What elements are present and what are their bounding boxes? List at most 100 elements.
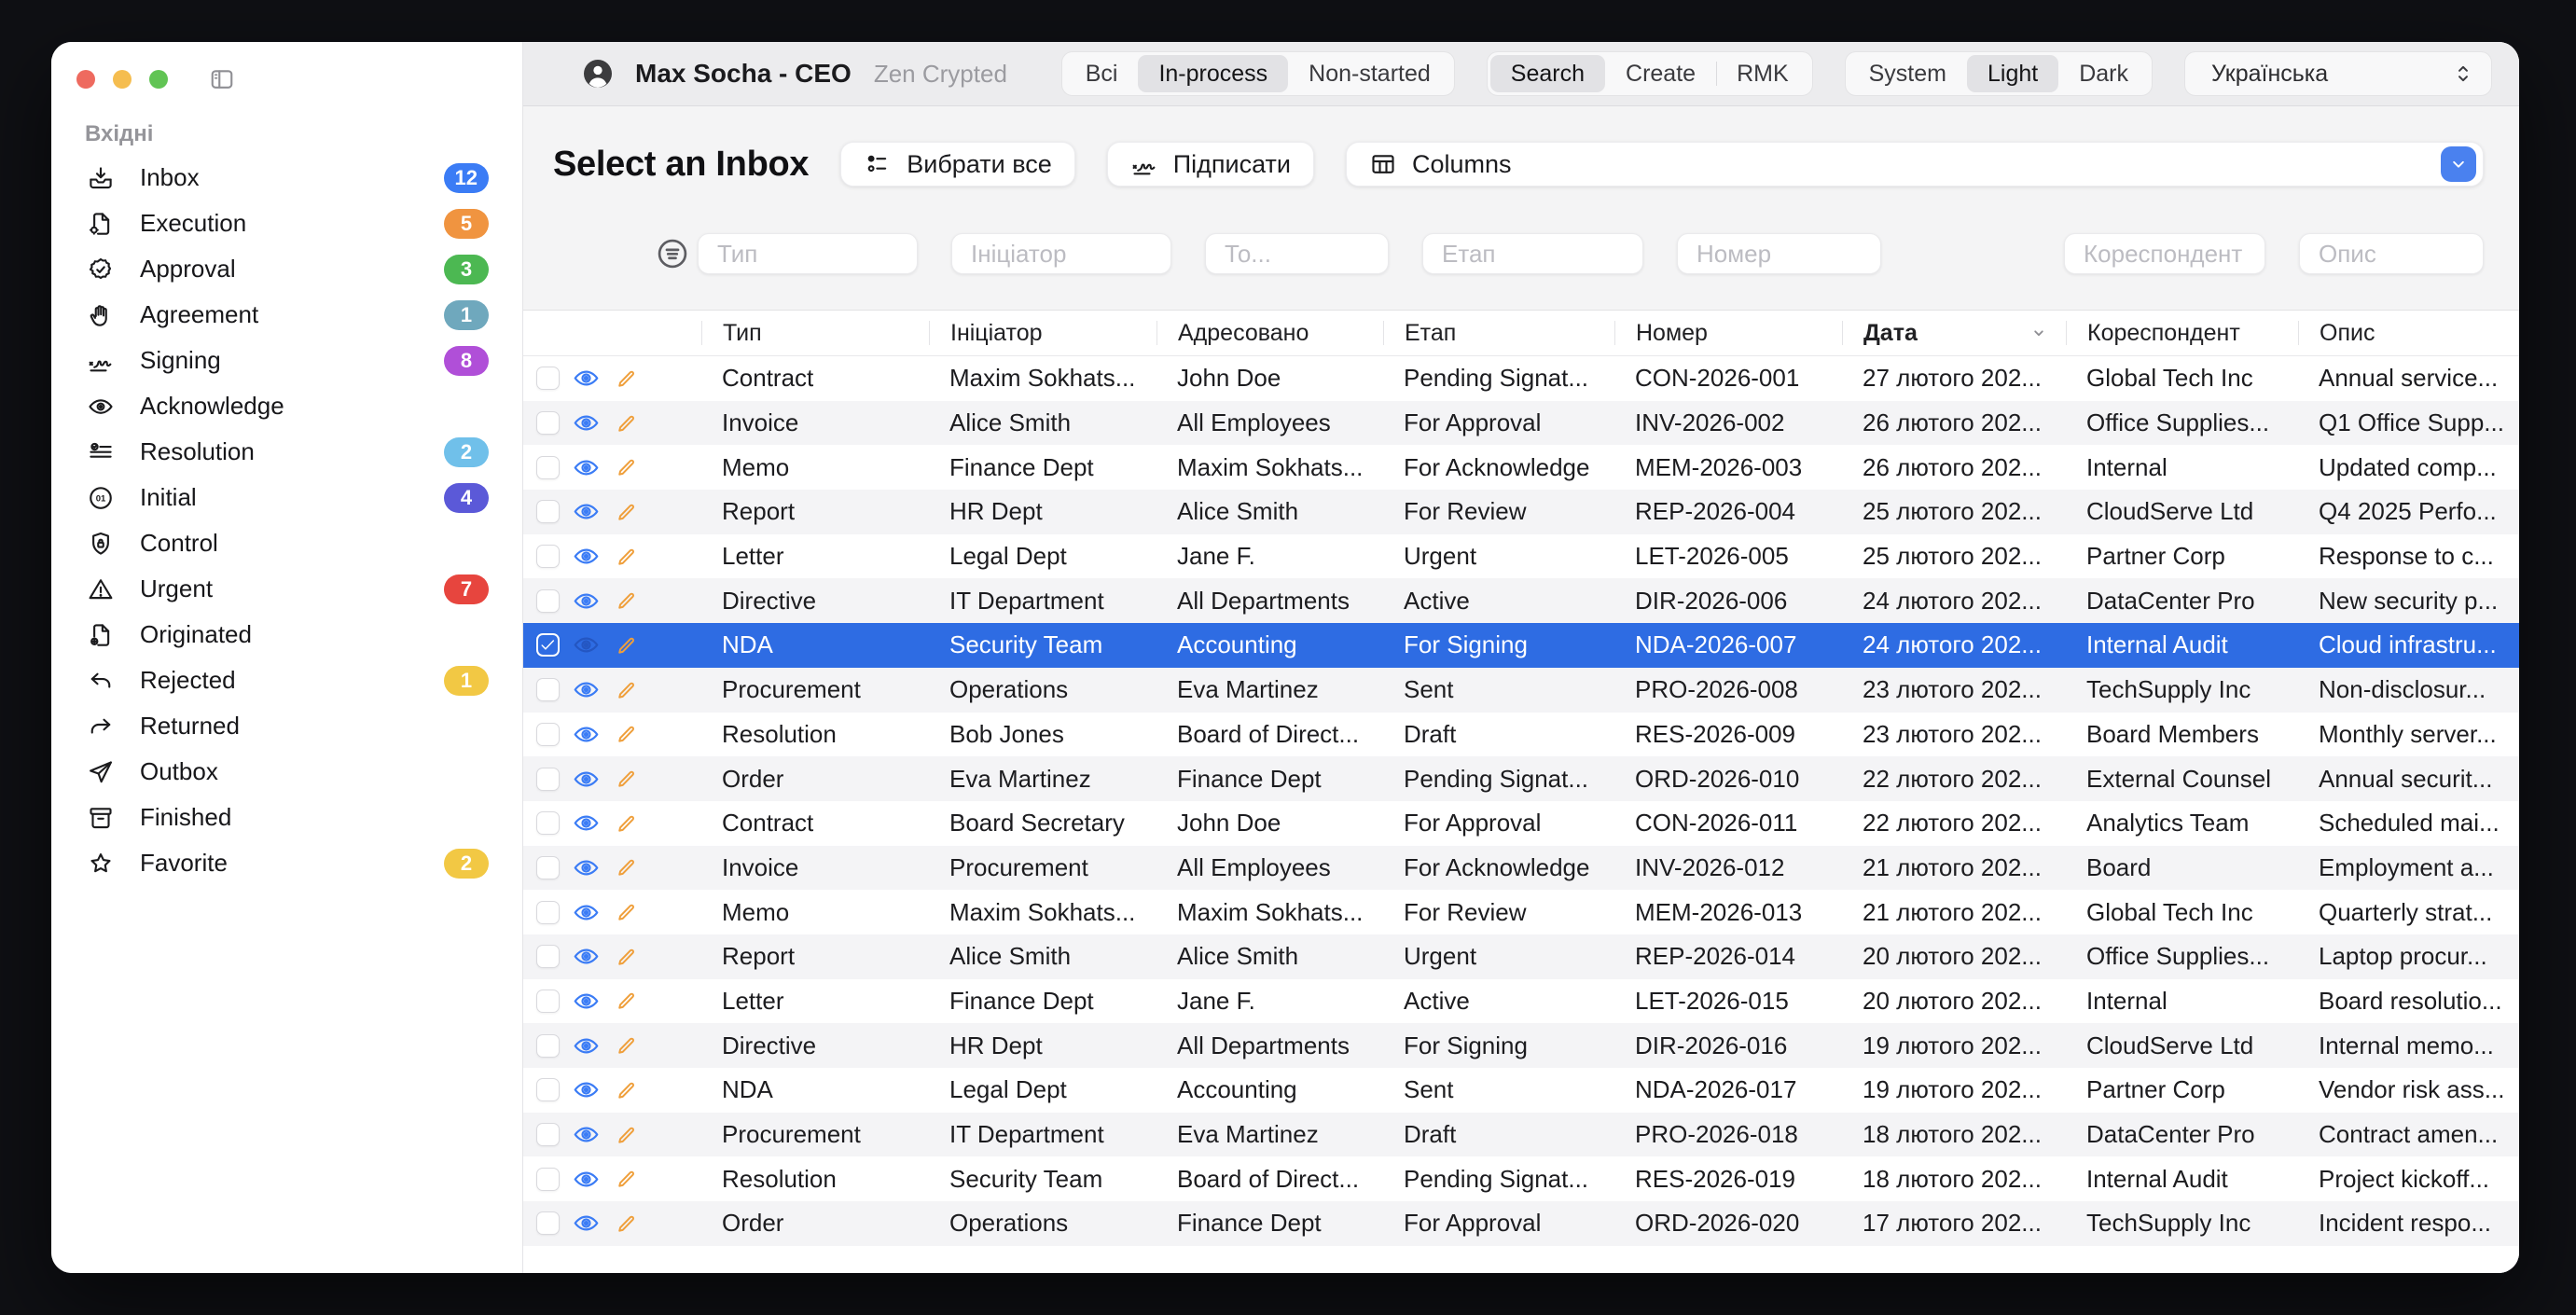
edit-pencil-icon[interactable]: [613, 1122, 639, 1148]
table-row-rep-2026-014[interactable]: Report Alice Smith Alice Smith Urgent RE…: [523, 934, 2519, 979]
row-checkbox[interactable]: [536, 456, 560, 479]
filter-input-кореспондент[interactable]: [2064, 233, 2265, 274]
table-row-pro-2026-018[interactable]: Procurement IT Department Eva Martinez D…: [523, 1113, 2519, 1157]
sidebar-item-rejected[interactable]: Rejected 1: [87, 658, 489, 703]
edit-pencil-icon[interactable]: [613, 944, 639, 970]
edit-pencil-icon[interactable]: [613, 988, 639, 1014]
table-row-res-2026-019[interactable]: Resolution Security Team Board of Direct…: [523, 1156, 2519, 1201]
view-eye-icon[interactable]: [572, 1075, 601, 1104]
view-eye-icon[interactable]: [572, 765, 601, 794]
filter-icon[interactable]: [655, 236, 690, 271]
row-checkbox[interactable]: [536, 811, 560, 835]
columns-selector[interactable]: Columns: [1346, 142, 2484, 187]
edit-pencil-icon[interactable]: [613, 499, 639, 525]
table-row-dir-2026-006[interactable]: Directive IT Department All Departments …: [523, 578, 2519, 623]
close-button[interactable]: [76, 70, 95, 89]
view-eye-icon[interactable]: [572, 497, 601, 526]
sidebar-item-agreement[interactable]: Agreement 1: [87, 292, 489, 338]
column-header-адресовано[interactable]: Адресовано: [1156, 321, 1383, 345]
sidebar-item-urgent[interactable]: Urgent 7: [87, 566, 489, 612]
filter-input-то[interactable]: [1205, 233, 1389, 274]
sign-button[interactable]: Підписати: [1107, 142, 1314, 187]
language-select[interactable]: Українська: [2184, 51, 2492, 96]
row-checkbox[interactable]: [536, 367, 560, 390]
filter-input-ініціатор[interactable]: [951, 233, 1171, 274]
view-eye-icon[interactable]: [572, 853, 601, 882]
view-eye-icon[interactable]: [572, 1165, 601, 1194]
zoom-button[interactable]: [149, 70, 168, 89]
row-checkbox[interactable]: [536, 856, 560, 879]
tab-search[interactable]: Search: [1490, 55, 1605, 92]
view-eye-icon[interactable]: [572, 987, 601, 1016]
edit-pencil-icon[interactable]: [613, 366, 639, 392]
table-row-mem-2026-003[interactable]: Memo Finance Dept Maxim Sokhats... For A…: [523, 445, 2519, 490]
column-header-номер[interactable]: Номер: [1614, 321, 1842, 345]
tab-non-started[interactable]: Non-started: [1288, 55, 1451, 92]
view-eye-icon[interactable]: [572, 898, 601, 927]
filter-input-номер[interactable]: [1677, 233, 1881, 274]
view-eye-icon[interactable]: [572, 542, 601, 571]
view-eye-icon[interactable]: [572, 675, 601, 704]
table-row-nda-2026-007[interactable]: NDA Security Team Accounting For Signing…: [523, 623, 2519, 668]
edit-pencil-icon[interactable]: [613, 1211, 639, 1237]
tab-всі[interactable]: Всі: [1065, 55, 1139, 92]
view-eye-icon[interactable]: [572, 630, 601, 659]
view-eye-icon[interactable]: [572, 942, 601, 971]
row-checkbox[interactable]: [536, 1123, 560, 1146]
view-eye-icon[interactable]: [572, 809, 601, 837]
tab-dark[interactable]: Dark: [2058, 55, 2149, 92]
row-checkbox[interactable]: [536, 678, 560, 701]
columns-dropdown-button[interactable]: [2441, 146, 2476, 182]
edit-pencil-icon[interactable]: [613, 1166, 639, 1192]
sidebar-item-control[interactable]: Control: [87, 520, 489, 566]
tab-rmk[interactable]: RMK: [1716, 55, 1809, 92]
tab-create[interactable]: Create: [1605, 55, 1716, 92]
column-header-опис[interactable]: Опис: [2298, 321, 2519, 345]
table-row-let-2026-015[interactable]: Letter Finance Dept Jane F. Active LET-2…: [523, 979, 2519, 1024]
sidebar-toggle-icon[interactable]: [208, 65, 236, 93]
view-eye-icon[interactable]: [572, 453, 601, 482]
sidebar-item-approval[interactable]: Approval 3: [87, 246, 489, 292]
sidebar-item-originated[interactable]: Originated: [87, 612, 489, 658]
tab-in-process[interactable]: In-process: [1138, 55, 1288, 92]
sidebar-item-finished[interactable]: Finished: [87, 795, 489, 840]
table-row-res-2026-009[interactable]: Resolution Bob Jones Board of Direct... …: [523, 713, 2519, 757]
table-row-inv-2026-012[interactable]: Invoice Procurement All Employees For Ac…: [523, 846, 2519, 891]
row-checkbox[interactable]: [536, 990, 560, 1013]
select-all-button[interactable]: Вибрати все: [840, 142, 1075, 187]
table-row-pro-2026-008[interactable]: Procurement Operations Eva Martinez Sent…: [523, 668, 2519, 713]
edit-pencil-icon[interactable]: [613, 454, 639, 480]
filter-input-етап[interactable]: [1422, 233, 1643, 274]
sidebar-item-inbox[interactable]: Inbox 12: [87, 155, 489, 201]
view-eye-icon[interactable]: [572, 1031, 601, 1060]
table-row-con-2026-001[interactable]: Contract Maxim Sokhats... John Doe Pendi…: [523, 356, 2519, 401]
edit-pencil-icon[interactable]: [613, 410, 639, 436]
table-row-mem-2026-013[interactable]: Memo Maxim Sokhats... Maxim Sokhats... F…: [523, 890, 2519, 934]
filter-input-тип[interactable]: [698, 233, 918, 274]
sidebar-item-returned[interactable]: Returned: [87, 703, 489, 749]
table-row-inv-2026-002[interactable]: Invoice Alice Smith All Employees For Ap…: [523, 401, 2519, 446]
column-header-дата[interactable]: Дата: [1842, 321, 2066, 345]
sidebar-item-favorite[interactable]: Favorite 2: [87, 840, 489, 886]
view-eye-icon[interactable]: [572, 1120, 601, 1149]
filter-input-опис[interactable]: [2299, 233, 2484, 274]
row-checkbox[interactable]: [536, 500, 560, 523]
view-eye-icon[interactable]: [572, 720, 601, 749]
row-checkbox[interactable]: [536, 1168, 560, 1191]
view-eye-icon[interactable]: [572, 1209, 601, 1238]
row-checkbox[interactable]: [536, 1034, 560, 1058]
view-eye-icon[interactable]: [572, 364, 601, 393]
minimize-button[interactable]: [113, 70, 132, 89]
edit-pencil-icon[interactable]: [613, 766, 639, 792]
row-checkbox[interactable]: [536, 768, 560, 791]
edit-pencil-icon[interactable]: [613, 854, 639, 880]
table-row-ord-2026-010[interactable]: Order Eva Martinez Finance Dept Pending …: [523, 756, 2519, 801]
row-checkbox[interactable]: [536, 1078, 560, 1101]
sidebar-item-outbox[interactable]: Outbox: [87, 749, 489, 795]
edit-pencil-icon[interactable]: [613, 588, 639, 614]
edit-pencil-icon[interactable]: [613, 810, 639, 837]
table-row-ord-2026-020[interactable]: Order Operations Finance Dept For Approv…: [523, 1201, 2519, 1246]
table-row-rep-2026-004[interactable]: Report HR Dept Alice Smith For Review RE…: [523, 490, 2519, 534]
column-header-ініціатор[interactable]: Ініціатор: [929, 321, 1156, 345]
table-row-con-2026-011[interactable]: Contract Board Secretary John Doe For Ap…: [523, 801, 2519, 846]
